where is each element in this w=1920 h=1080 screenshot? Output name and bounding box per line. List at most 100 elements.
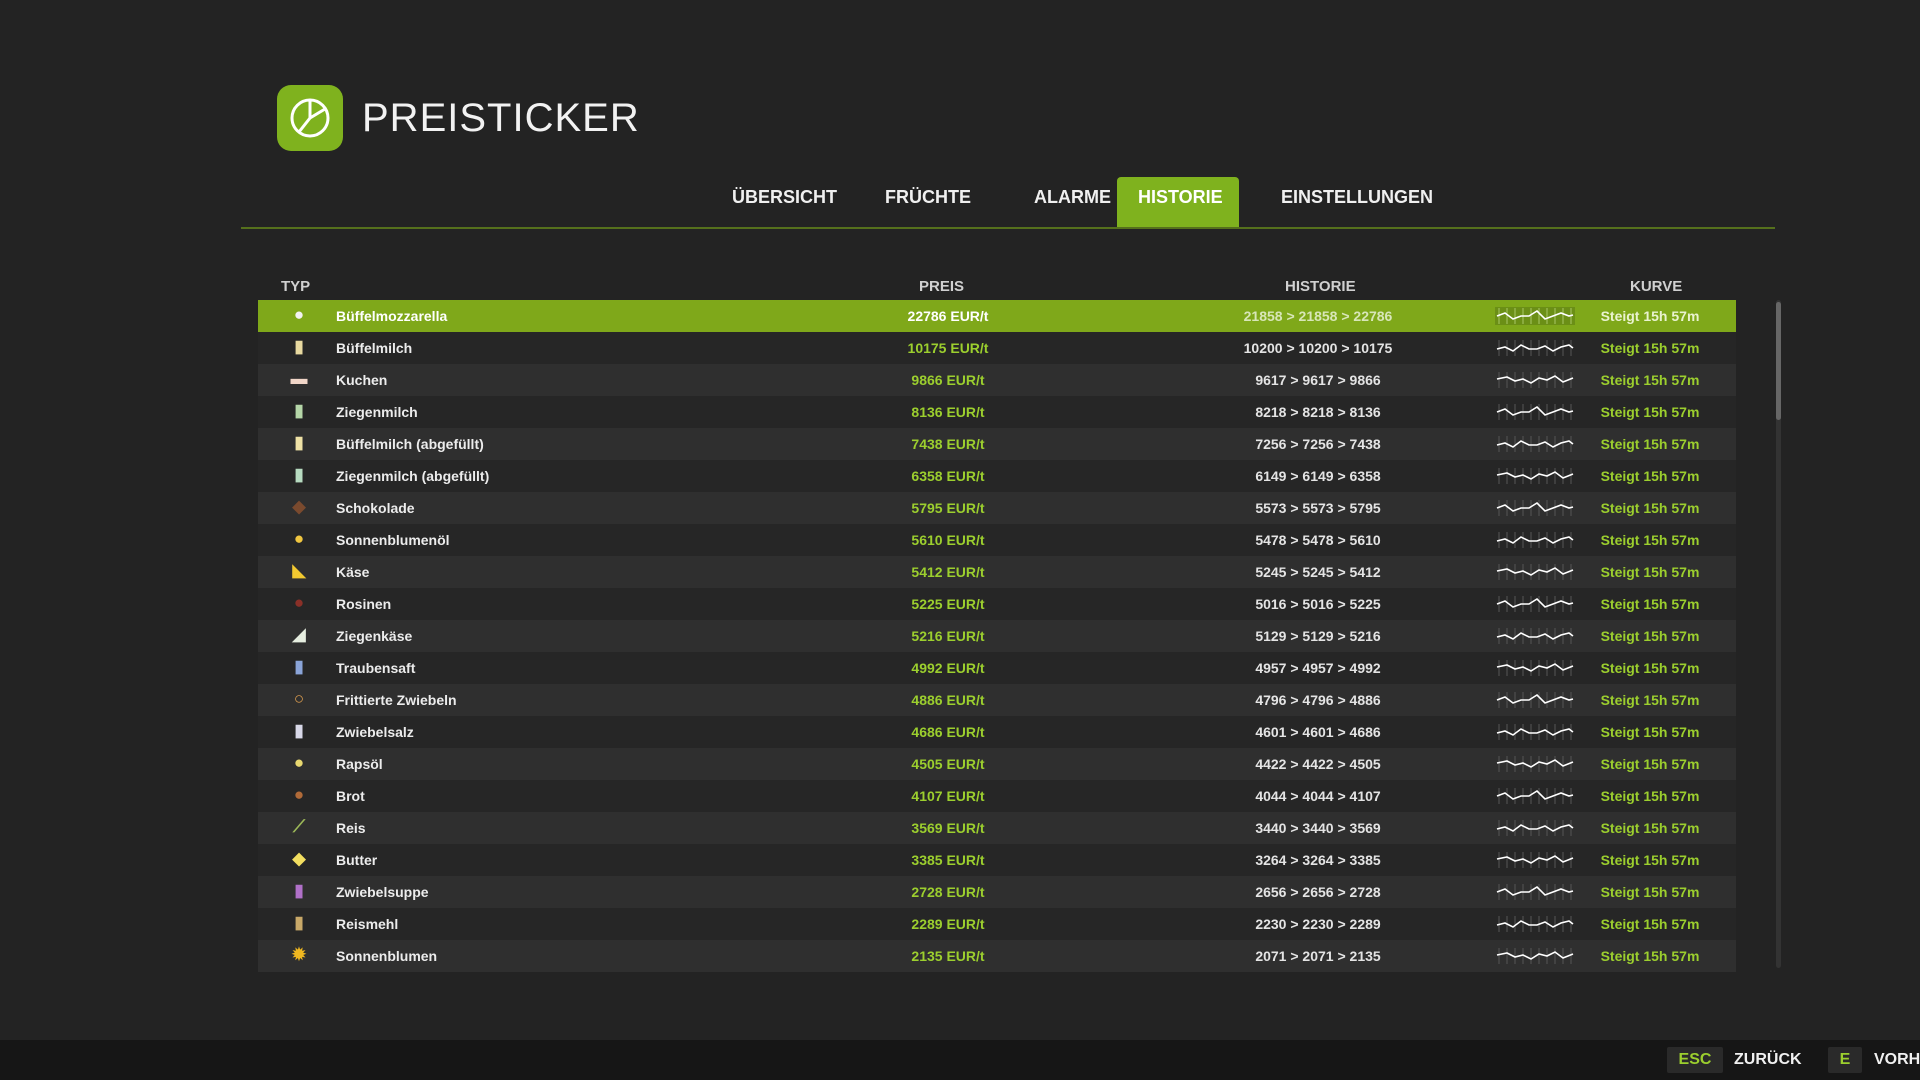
price-value: 4992 EUR/t: [911, 660, 985, 676]
table-row[interactable]: ▮ Ziegenmilch (abgefüllt) 6358 EUR/t 6149 >…: [258, 460, 1736, 492]
scrollbar-thumb[interactable]: [1776, 302, 1781, 420]
table-row[interactable]: ○ Frittierte Zwiebeln 4886 EUR/t 4796 > 479…: [258, 684, 1736, 716]
price-value: 3385 EUR/t: [911, 852, 985, 868]
table-row[interactable]: ● Rapsöl 4505 EUR/t 4422 > 4422 > 4505 Steig…: [258, 748, 1736, 780]
table-row[interactable]: ▮ Reismehl 2289 EUR/t 2230 > 2230 > 2289 Ste…: [258, 908, 1736, 940]
trend-status: Steigt 15h 57m: [1600, 756, 1700, 772]
trend-status: Steigt 15h 57m: [1600, 660, 1700, 676]
trend-status: Steigt 15h 57m: [1600, 884, 1700, 900]
product-name: Reismehl: [336, 916, 399, 932]
trend-status: Steigt 15h 57m: [1600, 724, 1700, 740]
sparkline-chart: [1496, 692, 1574, 708]
sparkline-chart: [1496, 340, 1574, 356]
history-values: 9617 > 9617 > 9866: [1255, 372, 1381, 388]
history-values: 2071 > 2071 > 2135: [1255, 948, 1381, 964]
product-name: Ziegenmilch (abgefüllt): [336, 468, 490, 484]
table-row[interactable]: ◣ Käse 5412 EUR/t 5245 > 5245 > 5412 Steigt …: [258, 556, 1736, 588]
price-value: 4886 EUR/t: [911, 692, 985, 708]
price-value: 4505 EUR/t: [911, 756, 985, 772]
trend-status: Steigt 15h 57m: [1600, 852, 1700, 868]
price-value: 7438 EUR/t: [911, 436, 985, 452]
e-key-hint[interactable]: E: [1828, 1047, 1862, 1073]
table-row[interactable]: ✹ Sonnenblumen 2135 EUR/t 2071 > 2071 > 213…: [258, 940, 1736, 972]
trend-status: Steigt 15h 57m: [1600, 308, 1700, 324]
cheese-icon: ◣: [292, 561, 306, 580]
trend-status: Steigt 15h 57m: [1600, 340, 1700, 356]
history-values: 7256 > 7256 > 7438: [1255, 436, 1381, 452]
table-row[interactable]: ▮ Zwiebelsalz 4686 EUR/t 4601 > 4601 > 4686…: [258, 716, 1736, 748]
product-name: Ziegenkäse: [336, 628, 413, 644]
table-row[interactable]: ◆ Schokolade 5795 EUR/t 5573 > 5573 > 5795 S…: [258, 492, 1736, 524]
goat-cheese-icon: ◢: [292, 625, 306, 644]
onion-salt-icon: ▮: [294, 721, 304, 740]
bread-icon: ●: [293, 785, 305, 804]
previous-button[interactable]: VORH: [1874, 1047, 1920, 1073]
trend-status: Steigt 15h 57m: [1600, 500, 1700, 516]
table-row[interactable]: ▮ Ziegenmilch 8136 EUR/t 8218 > 8218 > 8136…: [258, 396, 1736, 428]
table-row[interactable]: ◢ Ziegenkäse 5216 EUR/t 5129 > 5129 > 5216 S…: [258, 620, 1736, 652]
price-value: 5795 EUR/t: [911, 500, 985, 516]
price-value: 10175 EUR/t: [907, 340, 989, 356]
sunflower-icon: ✹: [291, 945, 307, 964]
tab-fruechte[interactable]: FRÜCHTE: [864, 177, 986, 227]
trend-status: Steigt 15h 57m: [1600, 532, 1700, 548]
tab-uebersicht[interactable]: ÜBERSICHT: [711, 177, 847, 227]
table-row[interactable]: ● Brot 4107 EUR/t 4044 > 4044 > 4107 Steigt …: [258, 780, 1736, 812]
sparkline-chart: [1496, 468, 1574, 484]
price-value: 22786 EUR/t: [907, 308, 989, 324]
price-value: 8136 EUR/t: [911, 404, 985, 420]
table-row[interactable]: ▬ Kuchen 9866 EUR/t 9617 > 9617 > 9866 Steig…: [258, 364, 1736, 396]
history-values: 10200 > 10200 > 10175: [1243, 340, 1393, 356]
sparkline-chart: [1496, 500, 1574, 516]
tab-einstellungen[interactable]: EINSTELLUNGEN: [1260, 177, 1433, 227]
sparkline-chart: [1496, 788, 1574, 804]
product-name: Büffelmilch (abgefüllt): [336, 436, 484, 452]
history-values: 4422 > 4422 > 4505: [1255, 756, 1381, 772]
rice-plant-icon: ⟋: [293, 817, 305, 836]
table-row[interactable]: ▮ Büffelmilch 10175 EUR/t 10200 > 10200 > 1…: [258, 332, 1736, 364]
tab-alarme[interactable]: ALARME: [1013, 177, 1123, 227]
table-row[interactable]: ▮ Traubensaft 4992 EUR/t 4957 > 4957 > 4992…: [258, 652, 1736, 684]
history-values: 3440 > 3440 > 3569: [1255, 820, 1381, 836]
table-row[interactable]: ● Büffelmozzarella 22786 EUR/t 21858 > 2185…: [258, 300, 1736, 332]
sunflower-oil-icon: ●: [293, 529, 305, 548]
table-row[interactable]: ◆ Butter 3385 EUR/t 3264 > 3264 > 3385 Steig…: [258, 844, 1736, 876]
trend-status: Steigt 15h 57m: [1600, 916, 1700, 932]
back-button[interactable]: ZURÜCK: [1734, 1047, 1802, 1073]
sparkline-chart: [1496, 884, 1574, 900]
esc-key-hint[interactable]: ESC: [1667, 1047, 1723, 1073]
tab-historie[interactable]: HISTORIE: [1117, 177, 1239, 227]
column-header-typ: TYP: [281, 278, 311, 295]
product-name: Brot: [336, 788, 365, 804]
product-name: Traubensaft: [336, 660, 416, 676]
fried-onions-icon: ○: [293, 689, 305, 708]
history-values: 4601 > 4601 > 4686: [1255, 724, 1381, 740]
sparkline-chart: [1496, 916, 1574, 932]
product-name: Büffelmozzarella: [336, 308, 448, 324]
price-value: 2135 EUR/t: [911, 948, 985, 964]
trend-status: Steigt 15h 57m: [1600, 820, 1700, 836]
history-values: 21858 > 21858 > 22786: [1243, 308, 1393, 324]
sparkline-chart: [1496, 724, 1574, 740]
table-row[interactable]: ● Rosinen 5225 EUR/t 5016 > 5016 > 5225 Stei…: [258, 588, 1736, 620]
product-name: Zwiebelsalz: [336, 724, 414, 740]
sparkline-chart: [1496, 372, 1574, 388]
table-row[interactable]: ▮ Büffelmilch (abgefüllt) 7438 EUR/t 7256 >…: [258, 428, 1736, 460]
history-values: 4796 > 4796 > 4886: [1255, 692, 1381, 708]
sparkline-chart: [1496, 628, 1574, 644]
table-row[interactable]: ● Sonnenblumenöl 5610 EUR/t 5478 > 5478 > 5…: [258, 524, 1736, 556]
rice-flour-icon: ▮: [294, 913, 304, 932]
sparkline-chart: [1495, 307, 1575, 325]
butter-icon: ◆: [292, 849, 306, 868]
mozzarella-icon: ●: [293, 305, 305, 324]
sparkline-chart: [1496, 596, 1574, 612]
app-logo-icon: [277, 85, 343, 151]
history-values: 4957 > 4957 > 4992: [1255, 660, 1381, 676]
table-row[interactable]: ▮ Zwiebelsuppe 2728 EUR/t 2656 > 2656 > 272…: [258, 876, 1736, 908]
app-title: PREISTICKER: [362, 96, 640, 140]
bottled-goat-milk-icon: ▮: [294, 465, 304, 484]
table-row[interactable]: ⟋ Reis 3569 EUR/t 3440 > 3440 > 3569 Steigt …: [258, 812, 1736, 844]
product-name: Zwiebelsuppe: [336, 884, 429, 900]
history-values: 5573 > 5573 > 5795: [1255, 500, 1381, 516]
table-header: TYP PREIS HISTORIE KURVE: [0, 278, 1920, 298]
